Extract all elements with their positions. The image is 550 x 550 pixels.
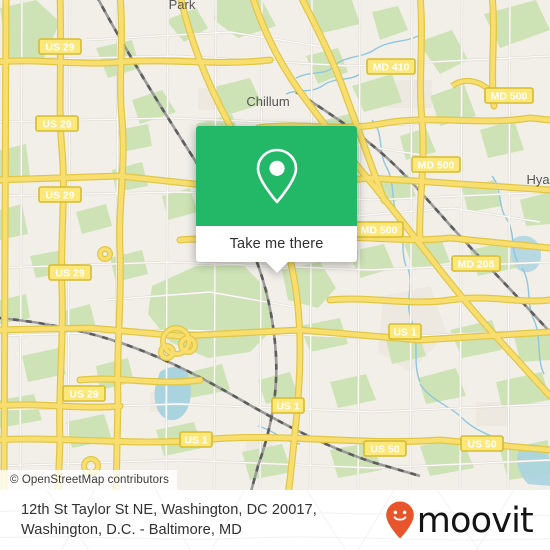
route-shield-label: MD 500 [361, 224, 398, 236]
address-line-1: 12th St Taylor St NE, Washington, DC 200… [21, 502, 317, 518]
route-shield: US 1 [179, 431, 213, 448]
map-attribution[interactable]: © OpenStreetMap contributors [0, 470, 177, 490]
map-pin-icon [256, 148, 297, 204]
route-shield-label: US 29 [69, 388, 98, 400]
route-shield: MD 410 [366, 58, 416, 75]
address-text: 12th St Taylor St NE, Washington, DC 200… [21, 500, 317, 540]
moovit-wordmark: moovit [416, 500, 534, 541]
footer-content: 12th St Taylor St NE, Washington, DC 200… [0, 490, 550, 550]
route-shield: US 29 [38, 186, 82, 203]
route-shield-label: MD 500 [491, 90, 528, 102]
route-shield-label: US 50 [467, 438, 496, 450]
route-shield-label: US 29 [45, 41, 74, 53]
route-shield: US 29 [48, 264, 92, 281]
popup-pointer [265, 262, 288, 273]
route-shield-label: MD 410 [373, 61, 410, 73]
route-shield: US 29 [38, 38, 82, 55]
route-shield: MD 500 [484, 87, 534, 104]
route-shield: US 29 [35, 115, 79, 132]
moovit-logo[interactable]: moovit [385, 500, 534, 541]
route-shield-label: MD 500 [418, 159, 455, 171]
route-shield-label: US 29 [55, 267, 84, 279]
take-me-there-label: Take me there [229, 236, 324, 252]
popup-card-header [196, 126, 357, 226]
place-label: Chillum [246, 94, 289, 109]
place-label: Park [169, 0, 196, 12]
route-shield: MD 208 [451, 255, 501, 272]
footer-bar: 12th St Taylor St NE, Washington, DC 200… [0, 490, 550, 550]
screenshot-root: Park Chillum Hya US 29 US 29 US 29 US 29 US … [0, 0, 550, 550]
moovit-pin-icon [385, 501, 414, 539]
route-shield: US 1 [271, 397, 305, 414]
route-shield-label: US 50 [370, 443, 399, 455]
route-shield-label: MD 208 [458, 258, 495, 270]
route-shield: US 29 [62, 385, 106, 402]
route-shield: MD 500 [411, 156, 461, 173]
route-shield-label: US 1 [276, 400, 300, 412]
route-shield-label: US 1 [393, 326, 417, 338]
route-shield-label: US 29 [42, 118, 71, 130]
address-line-2: Washington, D.C. - Baltimore, MD [21, 522, 242, 538]
route-shield-label: US 1 [184, 434, 208, 446]
popup-card-footer[interactable]: Take me there [196, 226, 357, 273]
route-shield: US 50 [460, 435, 504, 452]
route-shield: MD 500 [354, 221, 404, 238]
place-label: Hya [526, 172, 550, 187]
route-shield: US 1 [388, 323, 422, 340]
route-shield-label: US 29 [45, 189, 74, 201]
location-popup-card[interactable]: Take me there [196, 126, 357, 273]
route-shield: US 50 [363, 440, 407, 457]
